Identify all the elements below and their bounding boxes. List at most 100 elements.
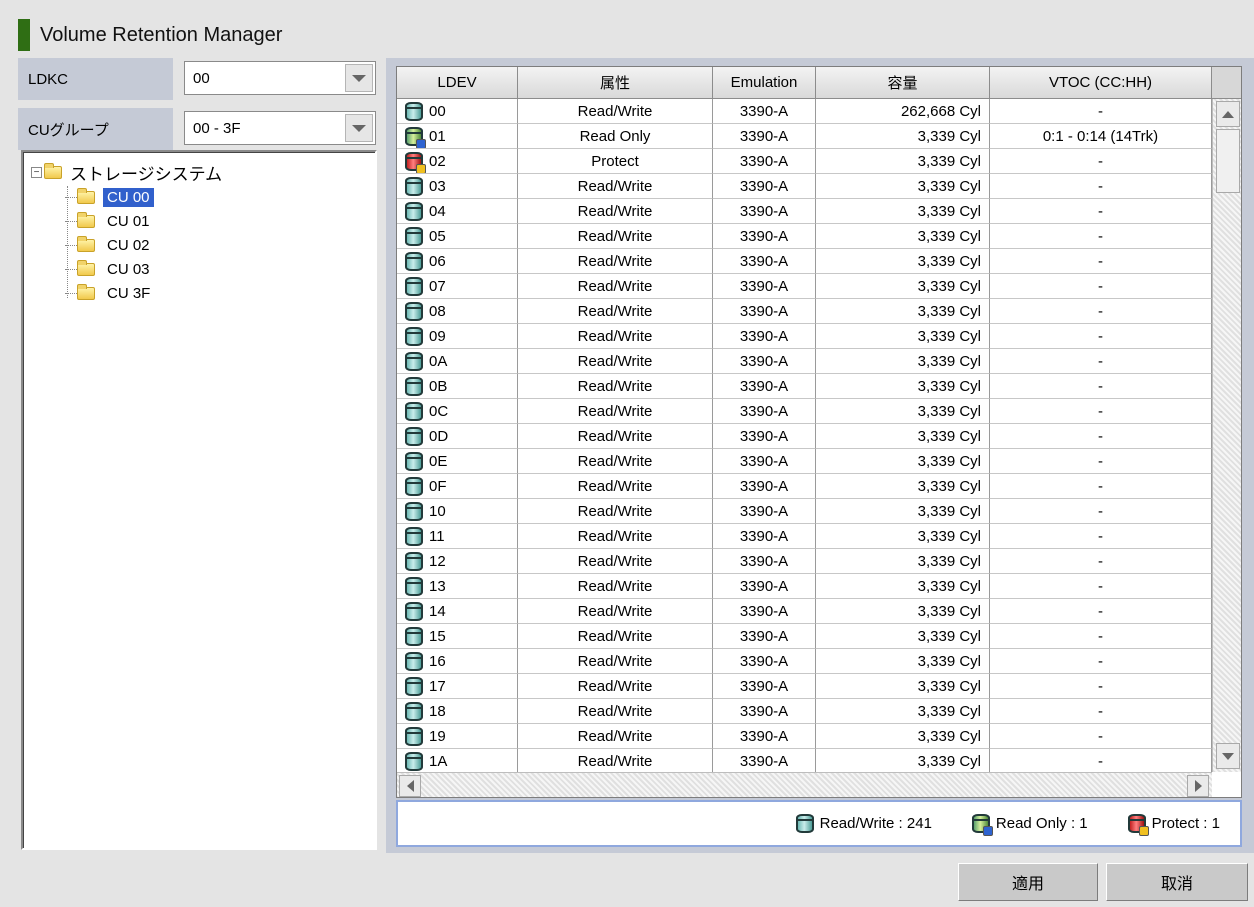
cell-ldev: 15 (397, 624, 518, 649)
table-row[interactable]: 0B Read/Write 3390-A 3,339 Cyl - (397, 374, 1212, 399)
cell-capacity: 3,339 Cyl (816, 724, 990, 749)
header-corner (1212, 67, 1241, 99)
folder-icon (77, 211, 95, 228)
cell-attribute: Read/Write (518, 574, 713, 599)
tree-item-cu[interactable]: CU 3F (65, 282, 154, 304)
read-write-volume-icon (405, 626, 423, 646)
cell-attribute: Read/Write (518, 349, 713, 374)
table-row[interactable]: 08 Read/Write 3390-A 3,339 Cyl - (397, 299, 1212, 324)
apply-button[interactable]: 適用 (958, 863, 1098, 901)
table-row[interactable]: 09 Read/Write 3390-A 3,339 Cyl - (397, 324, 1212, 349)
table-row[interactable]: 19 Read/Write 3390-A 3,339 Cyl - (397, 724, 1212, 749)
table-row[interactable]: 0D Read/Write 3390-A 3,339 Cyl - (397, 424, 1212, 449)
table-row[interactable]: 0E Read/Write 3390-A 3,339 Cyl - (397, 449, 1212, 474)
ldev-id: 12 (429, 552, 446, 570)
cancel-button[interactable]: 取消 (1106, 863, 1248, 901)
legend-bar: Read/Write : 241 Read Only : 1 Protect :… (396, 800, 1242, 847)
column-header-attribute[interactable]: 属性 (518, 67, 713, 99)
tree-item-label: CU 3F (107, 284, 151, 302)
cell-ldev: 17 (397, 674, 518, 699)
cell-ldev: 13 (397, 574, 518, 599)
table-row[interactable]: 01 Read Only 3390-A 3,339 Cyl 0:1 - 0:14 (14… (397, 124, 1212, 149)
cell-attribute: Read/Write (518, 424, 713, 449)
ldev-table: LDEV 属性 Emulation 容量 VTOC (CC:HH) 00 Read… (396, 66, 1242, 798)
cell-capacity: 3,339 Cyl (816, 199, 990, 224)
collapse-icon[interactable]: − (31, 167, 42, 178)
table-row[interactable]: 17 Read/Write 3390-A 3,339 Cyl - (397, 674, 1212, 699)
scroll-right-button[interactable] (1187, 775, 1209, 797)
ldev-id: 07 (429, 277, 446, 295)
table-row[interactable]: 12 Read/Write 3390-A 3,339 Cyl - (397, 549, 1212, 574)
column-header-capacity[interactable]: 容量 (816, 67, 990, 99)
table-row[interactable]: 0C Read/Write 3390-A 3,339 Cyl - (397, 399, 1212, 424)
ldev-id: 03 (429, 177, 446, 195)
cu-group-row: CUグループ 00 - 3F (18, 108, 380, 150)
ldkc-select[interactable]: 00 (184, 61, 376, 95)
table-row[interactable]: 05 Read/Write 3390-A 3,339 Cyl - (397, 224, 1212, 249)
chevron-down-icon[interactable] (345, 114, 373, 142)
table-row[interactable]: 15 Read/Write 3390-A 3,339 Cyl - (397, 624, 1212, 649)
table-row[interactable]: 0A Read/Write 3390-A 3,339 Cyl - (397, 349, 1212, 374)
cell-ldev: 0C (397, 399, 518, 424)
tree-connector (65, 245, 77, 246)
cell-vtoc: - (990, 599, 1212, 624)
vertical-scrollbar[interactable] (1212, 99, 1241, 772)
cell-capacity: 3,339 Cyl (816, 249, 990, 274)
cell-capacity: 3,339 Cyl (816, 299, 990, 324)
legend-protect: Protect : 1 (1127, 814, 1220, 836)
tree-item-cu[interactable]: CU 03 (65, 258, 154, 280)
cell-vtoc: - (990, 399, 1212, 424)
cell-capacity: 3,339 Cyl (816, 349, 990, 374)
table-row[interactable]: 02 Protect 3390-A 3,339 Cyl - (397, 149, 1212, 174)
table-row[interactable]: 13 Read/Write 3390-A 3,339 Cyl - (397, 574, 1212, 599)
table-row[interactable]: 10 Read/Write 3390-A 3,339 Cyl - (397, 499, 1212, 524)
cell-emulation: 3390-A (713, 149, 816, 174)
column-header-vtoc[interactable]: VTOC (CC:HH) (990, 67, 1212, 99)
cell-vtoc: - (990, 324, 1212, 349)
tree-item-cu[interactable]: CU 01 (65, 210, 154, 232)
cell-vtoc: - (990, 549, 1212, 574)
column-header-emulation[interactable]: Emulation (713, 67, 816, 99)
read-write-volume-icon (405, 176, 423, 196)
scroll-down-button[interactable] (1216, 743, 1240, 769)
tree-root-storage-system[interactable]: − ストレージシステム (31, 160, 222, 185)
cell-emulation: 3390-A (713, 224, 816, 249)
table-row[interactable]: 11 Read/Write 3390-A 3,339 Cyl - (397, 524, 1212, 549)
tree-item-cu[interactable]: CU 00 (65, 186, 154, 208)
cell-capacity: 3,339 Cyl (816, 149, 990, 174)
table-row[interactable]: 0F Read/Write 3390-A 3,339 Cyl - (397, 474, 1212, 499)
read-write-volume-icon (405, 751, 423, 771)
cell-ldev: 10 (397, 499, 518, 524)
ldev-id: 15 (429, 627, 446, 645)
table-row[interactable]: 1A Read/Write 3390-A 3,339 Cyl - (397, 749, 1212, 774)
read-write-volume-icon (405, 326, 423, 346)
ldev-id: 0C (429, 402, 449, 420)
cell-emulation: 3390-A (713, 674, 816, 699)
table-row[interactable]: 04 Read/Write 3390-A 3,339 Cyl - (397, 199, 1212, 224)
table-row[interactable]: 14 Read/Write 3390-A 3,339 Cyl - (397, 599, 1212, 624)
ldev-id: 0B (429, 377, 448, 395)
table-row[interactable]: 18 Read/Write 3390-A 3,339 Cyl - (397, 699, 1212, 724)
cu-group-select[interactable]: 00 - 3F (184, 111, 376, 145)
table-row[interactable]: 06 Read/Write 3390-A 3,339 Cyl - (397, 249, 1212, 274)
cell-capacity: 3,339 Cyl (816, 399, 990, 424)
scroll-thumb[interactable] (1216, 129, 1240, 193)
table-row[interactable]: 16 Read/Write 3390-A 3,339 Cyl - (397, 649, 1212, 674)
chevron-down-icon[interactable] (345, 64, 373, 92)
column-header-ldev[interactable]: LDEV (397, 67, 518, 99)
cell-attribute: Read/Write (518, 174, 713, 199)
table-row[interactable]: 07 Read/Write 3390-A 3,339 Cyl - (397, 274, 1212, 299)
table-row[interactable]: 00 Read/Write 3390-A 262,668 Cyl - (397, 99, 1212, 124)
ldev-id: 0A (429, 352, 448, 370)
cell-capacity: 3,339 Cyl (816, 499, 990, 524)
cell-capacity: 3,339 Cyl (816, 674, 990, 699)
tree-item-cu[interactable]: CU 02 (65, 234, 154, 256)
cell-capacity: 3,339 Cyl (816, 324, 990, 349)
scroll-up-button[interactable] (1216, 101, 1240, 127)
scroll-left-button[interactable] (399, 775, 421, 797)
horizontal-scrollbar[interactable] (397, 772, 1212, 797)
title-accent (18, 19, 30, 51)
cell-attribute: Read/Write (518, 199, 713, 224)
table-row[interactable]: 03 Read/Write 3390-A 3,339 Cyl - (397, 174, 1212, 199)
cell-ldev: 16 (397, 649, 518, 674)
